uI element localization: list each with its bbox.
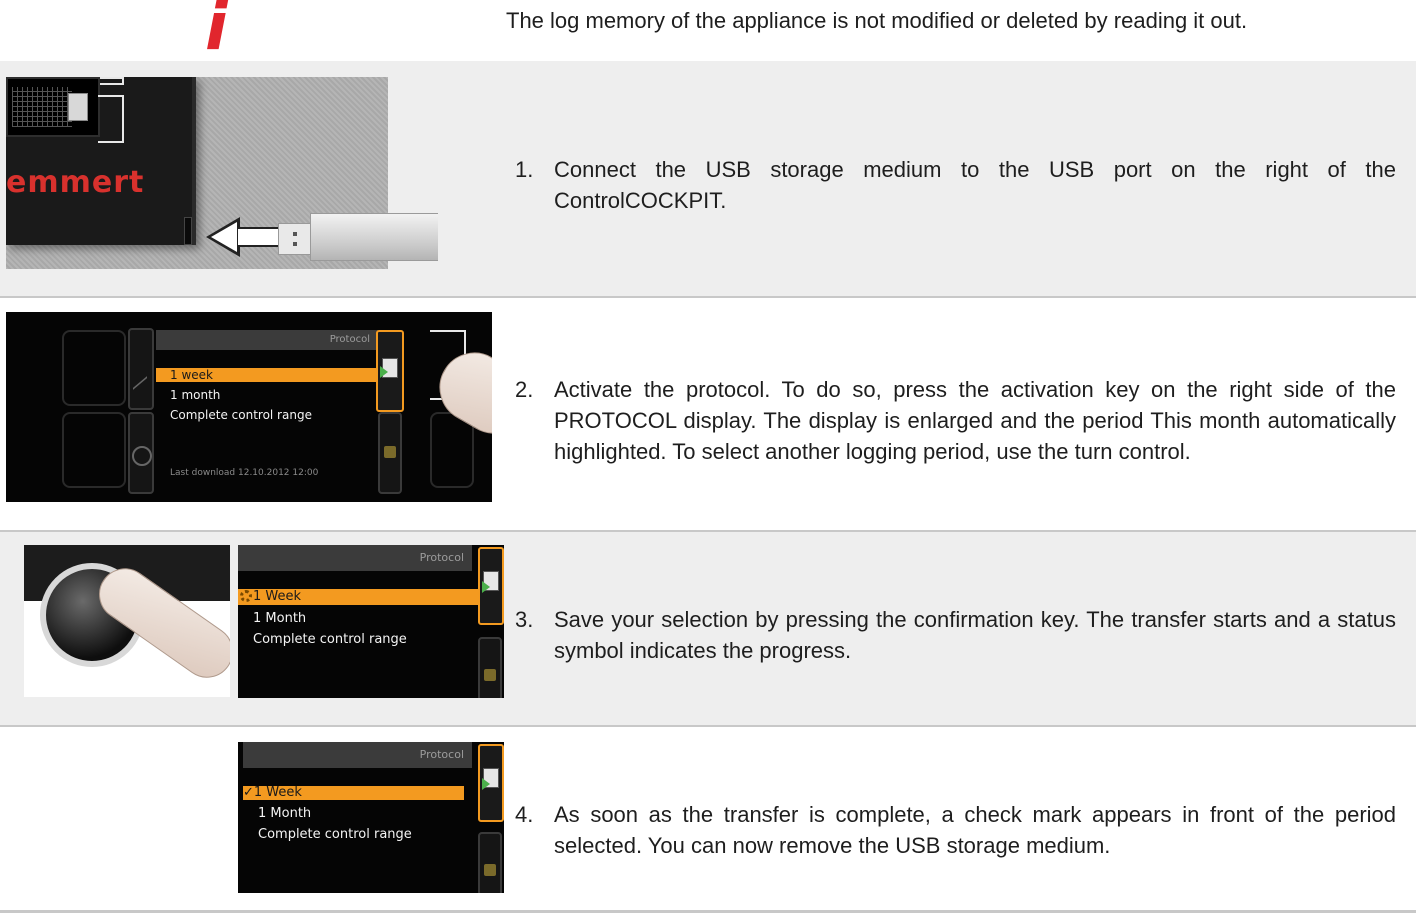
usb-port (184, 217, 192, 245)
insert-arrow-fill (211, 222, 237, 252)
side-key (128, 412, 154, 494)
export-arrow-icon (482, 581, 490, 593)
brand-logo: emmert (6, 165, 145, 200)
usb-illustration: emmert (6, 77, 438, 269)
controlcockpit-device: emmert (6, 77, 196, 245)
step-text: Save your selection by pressing the conf… (554, 607, 1396, 663)
document-icon (68, 93, 88, 121)
info-note: The log memory of the appliance is not m… (506, 8, 1248, 33)
panel-outline (62, 412, 126, 488)
protocol-screen-complete: Protocol ✓1 Week 1 Month Complete contro… (238, 742, 504, 893)
protocol-title: Protocol (243, 742, 472, 768)
side-key (128, 328, 154, 410)
option-complete-range[interactable]: Complete control range (258, 827, 412, 842)
side-key (478, 832, 502, 893)
option-1-week[interactable]: 1 Week (238, 589, 479, 605)
check-mark-icon: ✓ (243, 785, 254, 800)
protocol-title: Protocol (238, 545, 472, 571)
protocol-title: Protocol (156, 330, 378, 350)
lock-icon (484, 864, 496, 876)
option-1-month[interactable]: 1 Month (258, 806, 311, 821)
usb-stick (310, 213, 438, 261)
key-bracket (98, 95, 124, 143)
activation-key[interactable] (478, 547, 504, 625)
insert-arrow-shaft (238, 227, 280, 247)
panel-outline (62, 330, 126, 406)
step-text: Activate the protocol. To do so, press t… (554, 377, 1396, 464)
step-text: Connect the USB storage medium to the US… (554, 157, 1396, 213)
step-number: 1. (515, 157, 534, 182)
lock-icon (384, 446, 396, 458)
option-complete-range[interactable]: Complete control range (170, 408, 312, 422)
step-text: As soon as the transfer is complete, a c… (554, 802, 1396, 858)
option-label: 1 Week (253, 785, 302, 800)
option-1-month[interactable]: 1 month (170, 388, 220, 402)
option-complete-range[interactable]: Complete control range (253, 632, 407, 647)
activation-key[interactable] (478, 744, 504, 822)
option-1-week[interactable]: ✓1 Week (243, 786, 464, 800)
confirm-key-illustration (24, 545, 230, 697)
divider (0, 296, 1416, 298)
usb-connector (278, 223, 312, 255)
last-download: Last download 12.10.2012 12:00 (170, 468, 319, 478)
export-arrow-icon (380, 366, 388, 378)
key-bracket (100, 77, 124, 85)
side-key (478, 637, 502, 698)
protocol-screen-transfer: Protocol 1 Week 1 Month Complete control… (238, 545, 504, 698)
lock-icon (484, 669, 496, 681)
protocol-screen-enlarged: Protocol 1 week 1 month Complete control… (6, 312, 492, 502)
step-number: 4. (515, 802, 534, 827)
info-icon: i (205, 0, 228, 65)
step-number: 2. (515, 377, 534, 402)
option-1-month[interactable]: 1 Month (253, 611, 306, 626)
step-number: 3. (515, 607, 534, 632)
activation-key[interactable] (376, 330, 404, 412)
export-arrow-icon (482, 778, 490, 790)
side-key (378, 412, 402, 494)
progress-spinner-icon (240, 590, 252, 602)
divider (0, 725, 1416, 727)
screen-grid (12, 87, 72, 127)
option-1-week[interactable]: 1 week (156, 368, 380, 382)
